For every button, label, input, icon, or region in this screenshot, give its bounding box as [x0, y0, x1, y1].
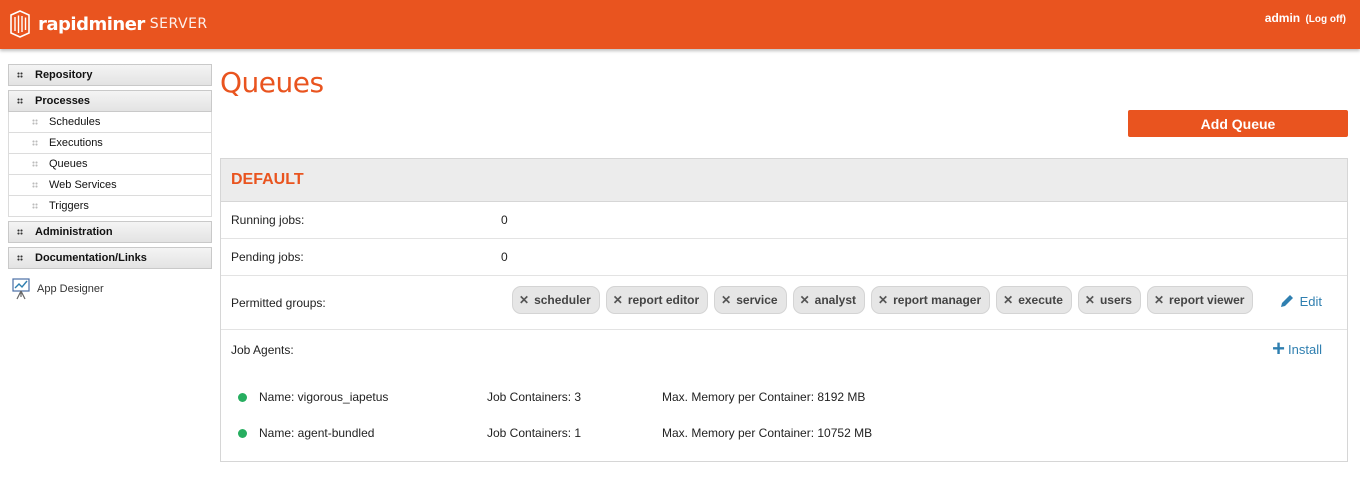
presentation-icon [12, 278, 30, 300]
remove-icon[interactable]: ✕ [613, 293, 623, 307]
sidebar-section-label: Documentation/Links [35, 252, 147, 264]
sidebar-section-label: Repository [35, 69, 93, 81]
running-jobs-row: Running jobs: 0 [221, 202, 1347, 239]
group-tag: ✕ users [1077, 286, 1141, 314]
status-dot-icon [238, 392, 247, 402]
agent-name: Name: agent-bundled [259, 426, 375, 440]
sidebar-item-executions[interactable]: Executions [8, 133, 212, 154]
plus-icon: + [1272, 336, 1286, 361]
grip-icon [32, 182, 38, 188]
group-tag-label: report editor [627, 293, 700, 307]
sidebar-item-label: Executions [49, 137, 103, 149]
running-jobs-value: 0 [501, 213, 508, 227]
remove-icon[interactable]: ✕ [878, 293, 888, 307]
sidebar-item-web-services[interactable]: Web Services [8, 175, 212, 196]
group-tag-label: execute [1018, 293, 1063, 307]
sidebar: Repository Processes Schedules Execution… [8, 64, 212, 301]
sidebar-item-label: Schedules [49, 116, 101, 128]
add-queue-button[interactable]: Add Queue [1128, 110, 1348, 137]
top-bar: rapidminer SERVER admin (Log off) [0, 0, 1360, 49]
job-agents-header: Job Agents: + Install [221, 330, 1347, 370]
brand-name: rapidminer [38, 13, 145, 35]
sidebar-item-queues[interactable]: Queues [8, 154, 212, 175]
remove-icon[interactable]: ✕ [1085, 293, 1095, 307]
queue-panel: DEFAULT Running jobs: 0 Pending jobs: 0 … [220, 158, 1348, 462]
page-title: Queues [220, 66, 324, 99]
brand-sub: SERVER [149, 16, 208, 32]
sidebar-section-repository[interactable]: Repository [8, 64, 212, 86]
username: admin [1264, 11, 1301, 25]
install-agent-button[interactable]: + Install [1272, 336, 1322, 361]
group-tag-label: report manager [893, 293, 982, 307]
status-dot-icon [238, 428, 247, 438]
group-tag: ✕ execute [996, 286, 1072, 314]
group-tag-label: users [1099, 293, 1132, 307]
app-designer-link[interactable]: App Designer [8, 277, 212, 301]
running-jobs-label: Running jobs: [231, 213, 305, 227]
logoff-link[interactable]: (Log off) [1305, 14, 1346, 25]
remove-icon[interactable]: ✕ [519, 293, 529, 307]
sidebar-item-label: Web Services [49, 179, 117, 191]
sidebar-item-label: Queues [49, 158, 88, 170]
install-label: Install [1288, 341, 1322, 357]
group-tag: ✕ report manager [871, 286, 991, 314]
pending-jobs-label: Pending jobs: [231, 250, 304, 264]
sidebar-section-administration[interactable]: Administration [8, 221, 212, 243]
agent-containers: Job Containers: 3 [487, 390, 582, 404]
group-tag: ✕ report viewer [1146, 286, 1254, 314]
grip-icon [17, 229, 23, 235]
group-tags: ✕ scheduler ✕ report editor ✕ service ✕ anal… [512, 286, 1254, 314]
sidebar-item-triggers[interactable]: Triggers [8, 196, 212, 217]
remove-icon[interactable]: ✕ [800, 293, 810, 307]
grip-icon [32, 119, 38, 125]
remove-icon[interactable]: ✕ [1003, 293, 1013, 307]
edit-groups-button[interactable]: Edit [1279, 293, 1322, 309]
group-tag: ✕ analyst [792, 286, 866, 314]
grip-icon [17, 98, 23, 104]
sidebar-item-label: Triggers [49, 200, 89, 212]
remove-icon[interactable]: ✕ [1154, 293, 1164, 307]
sidebar-item-schedules[interactable]: Schedules [8, 112, 212, 133]
group-tag-label: scheduler [534, 293, 591, 307]
pencil-icon [1280, 295, 1293, 307]
grip-icon [32, 203, 38, 209]
edit-label: Edit [1299, 293, 1322, 309]
group-tag: ✕ scheduler [512, 286, 600, 314]
group-tag: ✕ report editor [605, 286, 709, 314]
sidebar-section-processes[interactable]: Processes [8, 90, 212, 112]
rapidminer-logo[interactable]: rapidminer SERVER [8, 10, 208, 38]
pending-jobs-value: 0 [501, 250, 508, 264]
processes-submenu: Schedules Executions Queues Web Services… [8, 112, 212, 217]
grip-icon [17, 72, 23, 78]
agent-name: Name: vigorous_iapetus [259, 390, 389, 404]
app-designer-label: App Designer [37, 283, 104, 295]
permitted-groups-label: Permitted groups: [231, 295, 326, 310]
agent-containers: Job Containers: 1 [487, 426, 582, 440]
sidebar-section-label: Processes [35, 95, 91, 107]
job-agent-row: Name: vigorous_iapetus Job Containers: 3… [221, 387, 1347, 407]
sidebar-section-label: Administration [35, 226, 113, 238]
grip-icon [32, 140, 38, 146]
grip-icon [32, 161, 38, 167]
user-box: admin (Log off) [1265, 11, 1346, 25]
permitted-groups-row: Permitted groups: ✕ scheduler ✕ report edi… [221, 276, 1347, 330]
group-tag-label: analyst [814, 293, 857, 307]
queue-name: DEFAULT [221, 159, 1347, 202]
group-tag: ✕ service [714, 286, 787, 314]
sidebar-section-documentation[interactable]: Documentation/Links [8, 247, 212, 269]
rapidminer-logo-icon [10, 10, 30, 38]
job-agent-row: Name: agent-bundled Job Containers: 1 Ma… [221, 423, 1347, 443]
grip-icon [17, 255, 23, 261]
group-tag-label: report viewer [1169, 293, 1245, 307]
job-agents-label: Job Agents: [231, 343, 294, 357]
remove-icon[interactable]: ✕ [721, 293, 731, 307]
agent-memory: Max. Memory per Container: 8192 MB [662, 390, 866, 404]
agent-memory: Max. Memory per Container: 10752 MB [662, 426, 873, 440]
group-tag-label: service [736, 293, 778, 307]
pending-jobs-row: Pending jobs: 0 [221, 239, 1347, 276]
